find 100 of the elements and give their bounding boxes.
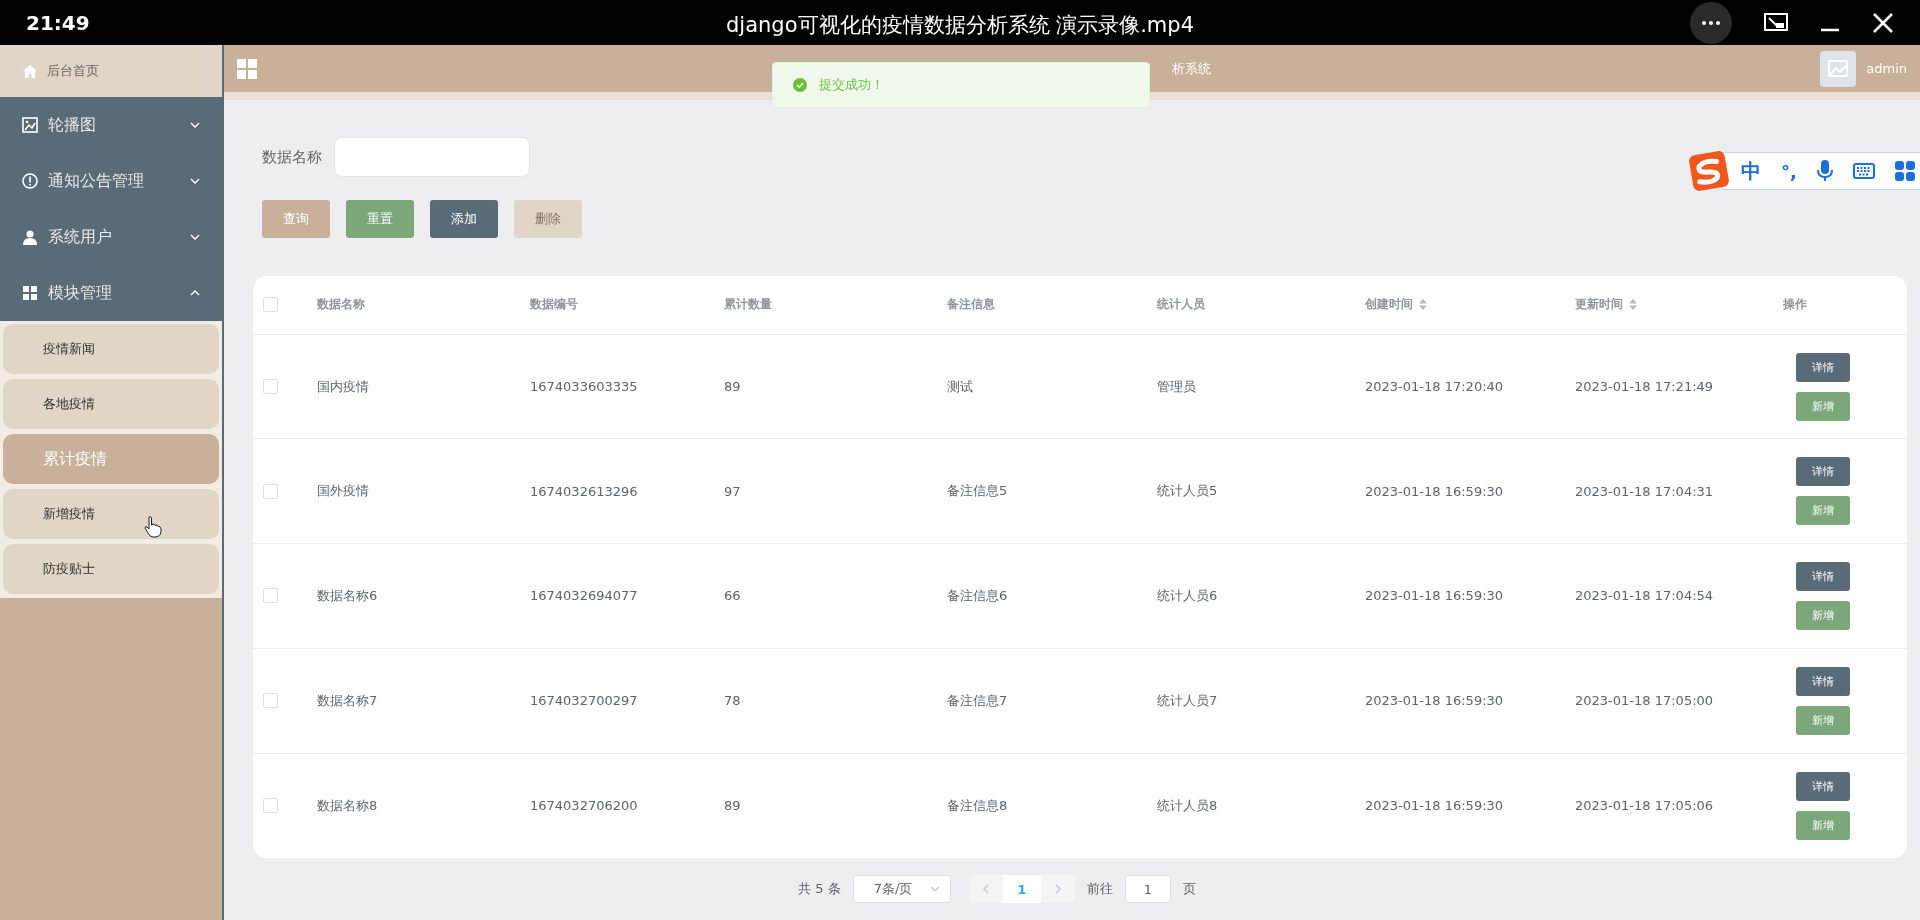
table-cell: 数据名称6 xyxy=(317,587,378,605)
name-input[interactable] xyxy=(334,137,530,177)
more-icon xyxy=(1702,20,1720,25)
table-cell: 统计人员6 xyxy=(1157,587,1218,605)
image-icon xyxy=(22,117,38,133)
table-cell: 1674032700297 xyxy=(530,693,638,709)
table-cell: 2023-01-18 16:59:30 xyxy=(1365,588,1504,604)
menu-item[interactable]: 模块管理 xyxy=(0,265,222,321)
column-header: 备注信息 xyxy=(947,296,995,314)
sort-icon[interactable] xyxy=(1419,299,1427,311)
chevron-down-icon xyxy=(929,886,940,893)
add-button[interactable]: 新增 xyxy=(1796,496,1850,526)
home-icon xyxy=(23,64,37,78)
table-cell: 统计人员5 xyxy=(1157,482,1218,501)
home-menu-item[interactable]: 后台首页 xyxy=(0,45,222,97)
detail-button[interactable]: 详情 xyxy=(1796,666,1850,696)
table-cell: 备注信息7 xyxy=(947,691,1008,710)
table-cell: 数据名称7 xyxy=(317,691,378,710)
column-header: 数据编号 xyxy=(530,296,578,314)
grid-icon xyxy=(22,285,38,301)
logo-icon[interactable] xyxy=(1688,150,1730,192)
chevron-right-icon xyxy=(1054,884,1061,895)
column-header: 操作 xyxy=(1783,296,1807,314)
table-cell: 国内疫情 xyxy=(317,377,369,396)
column-header[interactable]: 创建时间 xyxy=(1365,296,1413,314)
add-button[interactable]: 新增 xyxy=(1796,391,1850,421)
screen-icon[interactable] xyxy=(1764,12,1788,33)
reset-button[interactable]: 重置 xyxy=(346,200,414,238)
submenu-item[interactable]: 疫情新闻 xyxy=(3,324,219,374)
hand-cursor-icon xyxy=(144,516,162,538)
grid-icon[interactable] xyxy=(237,58,257,79)
submenu-item[interactable]: 防疫贴士 xyxy=(3,544,219,594)
checkbox[interactable] xyxy=(263,693,278,709)
more-button[interactable] xyxy=(1690,1,1732,44)
clock-time: 21:49 xyxy=(26,10,90,35)
prev-page-button[interactable] xyxy=(968,875,1003,904)
menu-item[interactable]: 系统用户 xyxy=(0,209,222,265)
avatar-icon[interactable] xyxy=(1820,50,1857,87)
column-header: 累计数量 xyxy=(724,296,772,314)
microphone-icon[interactable] xyxy=(1816,160,1833,182)
add-button[interactable]: 新增 xyxy=(1796,705,1850,735)
submenu-item[interactable]: 新增疫情 xyxy=(3,489,219,539)
table-cell: 备注信息8 xyxy=(947,796,1008,815)
goto-page-input[interactable]: 1 xyxy=(1124,875,1171,904)
table-cell: 2023-01-18 17:20:40 xyxy=(1365,379,1504,395)
user-name: admin xyxy=(1866,61,1907,76)
apps-grid-icon[interactable] xyxy=(1894,161,1915,181)
video-title: django可视化的疫情数据分析系统 演示录像.mp4 xyxy=(726,12,1194,39)
punctuation-toggle[interactable]: °, xyxy=(1781,160,1797,182)
table-cell: 国外疫情 xyxy=(317,482,369,501)
table-cell: 1674032706200 xyxy=(530,798,638,814)
sort-icon[interactable] xyxy=(1629,299,1637,311)
table-cell: 2023-01-18 16:59:30 xyxy=(1365,798,1504,814)
site-title: 析系统 xyxy=(1172,59,1211,78)
goto-label: 前往 xyxy=(1086,880,1113,899)
detail-button[interactable]: 详情 xyxy=(1796,352,1850,382)
user-icon xyxy=(22,229,38,245)
checkbox[interactable] xyxy=(263,483,278,499)
table-cell: 89 xyxy=(724,379,741,395)
table-cell: 2023-01-18 16:59:30 xyxy=(1365,693,1504,709)
table-cell: 97 xyxy=(724,483,741,499)
keyboard-icon[interactable] xyxy=(1852,163,1875,179)
detail-button[interactable]: 详情 xyxy=(1796,457,1850,487)
next-page-button[interactable] xyxy=(1040,875,1075,904)
table-cell: 2023-01-18 17:04:31 xyxy=(1575,483,1714,499)
table-cell: 89 xyxy=(724,798,741,814)
table-cell: 2023-01-18 17:04:54 xyxy=(1575,588,1714,604)
table-cell: 2023-01-18 17:05:06 xyxy=(1575,798,1714,814)
menu-item[interactable]: 通知公告管理 xyxy=(0,153,222,209)
submenu-item[interactable]: 各地疫情 xyxy=(3,379,219,429)
table-cell: 统计人员8 xyxy=(1157,796,1218,815)
column-header: 数据名称 xyxy=(317,296,365,314)
checkbox[interactable] xyxy=(263,798,278,814)
table-cell: 2023-01-18 16:59:30 xyxy=(1365,483,1504,499)
checkbox[interactable] xyxy=(263,379,278,395)
table-cell: 测试 xyxy=(947,377,973,396)
table-cell: 1674032613296 xyxy=(530,483,638,499)
table-cell: 78 xyxy=(724,693,741,709)
menu-item[interactable]: 轮播图 xyxy=(0,97,222,153)
detail-button[interactable]: 详情 xyxy=(1796,562,1850,591)
info-icon xyxy=(22,173,38,189)
detail-button[interactable]: 详情 xyxy=(1796,771,1850,801)
checkbox[interactable] xyxy=(263,297,278,313)
page-size-select[interactable]: 7条/页 xyxy=(852,875,951,904)
table-cell: 备注信息6 xyxy=(947,587,1008,605)
add-button[interactable]: 新增 xyxy=(1796,601,1850,630)
page-number[interactable]: 1 xyxy=(1002,875,1041,904)
add-button[interactable]: 新增 xyxy=(1796,810,1850,840)
check-circle-icon xyxy=(793,78,807,92)
checkbox[interactable] xyxy=(263,588,278,604)
column-header[interactable]: 更新时间 xyxy=(1575,296,1623,314)
field-label: 数据名称 xyxy=(262,147,322,167)
close-icon[interactable] xyxy=(1872,11,1894,34)
table-cell: 66 xyxy=(724,588,741,604)
success-toast: 提交成功！ xyxy=(772,62,1150,108)
add-button[interactable]: 添加 xyxy=(430,200,498,238)
input-mode-toggle[interactable]: 中 xyxy=(1741,157,1761,185)
table-cell: 2023-01-18 17:21:49 xyxy=(1575,379,1714,395)
column-header: 统计人员 xyxy=(1157,296,1205,314)
page-suffix: 页 xyxy=(1182,880,1196,899)
